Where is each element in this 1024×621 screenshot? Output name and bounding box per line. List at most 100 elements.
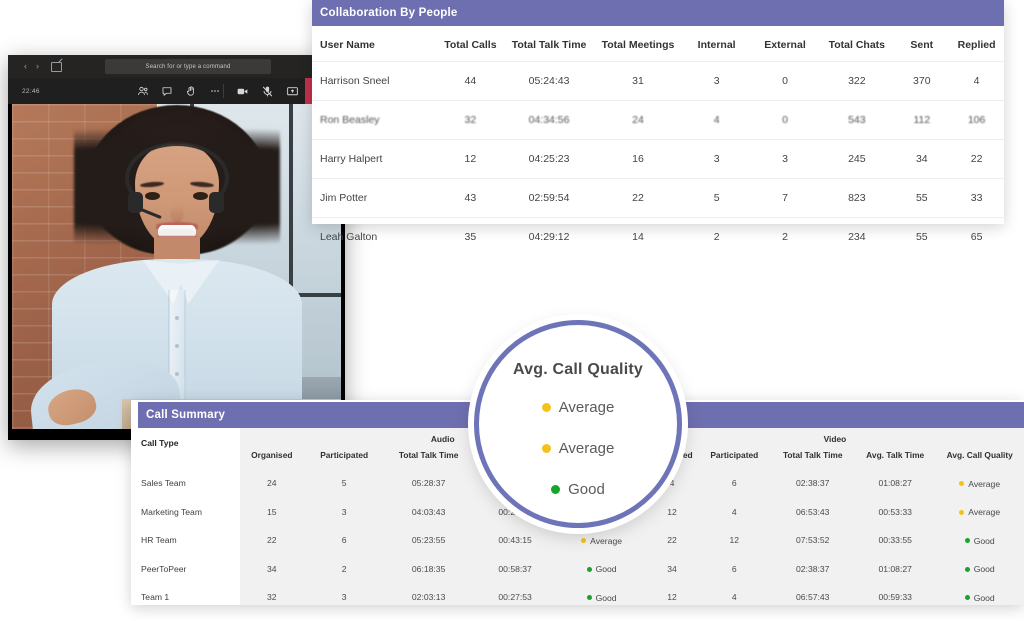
- call-controls-left: [136, 78, 221, 104]
- quality-dot-good: [586, 566, 592, 572]
- table-row[interactable]: Jim Potter 43 02:59:54 22 5 7 823 55 33: [312, 178, 1004, 218]
- cell-total-meetings: 16: [593, 139, 683, 179]
- quality-dot-good: [964, 595, 970, 600]
- cell-total-chats: 245: [819, 139, 895, 179]
- teams-call-control-bar: 22:46: [8, 78, 345, 104]
- table-row[interactable]: Harry Halpert 12 04:25:23 16 3 3 245 34 …: [312, 139, 1004, 179]
- cell-internal: 5: [682, 178, 751, 218]
- column-video-avg-call-quality: Avg. Call Quality: [935, 446, 1024, 469]
- cell-total-meetings: 22: [593, 178, 683, 218]
- cell-video-participated: 4: [698, 497, 771, 526]
- table-row[interactable]: Ron Beasley 32 04:34:56 24 4 0 543 112 1…: [312, 100, 1004, 140]
- cell-sent: 34: [894, 139, 950, 179]
- quality-dot-good: [964, 538, 970, 543]
- compose-icon[interactable]: [51, 61, 62, 72]
- table-row[interactable]: Team 1 32 3 02:03:13 00:27:53 Good 12 4 …: [131, 583, 1024, 605]
- cell-audio-organised: 22: [239, 526, 304, 555]
- headset-earcup-right: [209, 192, 224, 213]
- cell-call-type: Team 1: [131, 583, 240, 605]
- collaboration-table: User Name Total Calls Total Talk Time To…: [312, 26, 1004, 256]
- cell-audio-avg-call-quality: Good: [557, 583, 646, 605]
- cell-user-name: Jim Potter: [312, 178, 437, 218]
- cell-user-name: Harrison Sneel: [312, 61, 437, 101]
- quality-label: Good: [595, 592, 617, 603]
- video-stage: [8, 104, 345, 440]
- cell-call-type: Sales Team: [131, 469, 240, 498]
- cell-sent: 55: [894, 217, 950, 256]
- quality-dot-average: [959, 481, 965, 486]
- participants-icon[interactable]: [136, 85, 149, 98]
- cell-replied: 4: [949, 61, 1004, 101]
- cell-internal: 3: [682, 139, 751, 179]
- cell-external: 2: [750, 217, 820, 256]
- cell-audio-participated: 6: [303, 526, 385, 555]
- magnified-quality-row: Average: [541, 399, 615, 416]
- cell-total-chats: 823: [819, 178, 895, 218]
- main-video-tile[interactable]: [12, 104, 341, 429]
- quality-dot-average: [541, 403, 551, 412]
- back-arrow-icon[interactable]: ‹: [24, 62, 27, 71]
- search-input[interactable]: Search for or type a command: [105, 59, 271, 74]
- column-audio-participated: Participated: [303, 446, 385, 469]
- cell-total-calls: 43: [436, 178, 505, 218]
- more-options-icon[interactable]: [208, 85, 221, 98]
- cell-total-chats: 234: [819, 217, 895, 256]
- table-row[interactable]: HR Team 22 6 05:23:55 00:43:15 Average 2…: [131, 526, 1024, 555]
- column-total-chats: Total Chats: [828, 39, 886, 51]
- cell-video-participated: 6: [698, 469, 771, 498]
- column-total-talk-time: Total Talk Time: [511, 39, 587, 51]
- column-video-total-talk-time: Total Talk Time: [770, 446, 855, 469]
- column-call-type: Call Type: [141, 438, 179, 448]
- cell-audio-avg-talk-time: 00:58:37: [472, 554, 558, 583]
- column-total-calls: Total Calls: [444, 39, 497, 51]
- control-divider: [223, 84, 224, 98]
- raise-hand-icon[interactable]: [184, 85, 197, 98]
- quality-label: Good: [568, 481, 605, 498]
- column-audio-organised: Organised: [239, 446, 304, 469]
- cell-call-type: HR Team: [131, 526, 240, 555]
- quality-label: Good: [973, 535, 995, 546]
- microphone-muted-icon[interactable]: [261, 85, 274, 98]
- cell-audio-total-talk-time: 04:03:43: [384, 497, 473, 526]
- column-video-avg-talk-time: Avg. Talk Time: [854, 446, 936, 469]
- column-external: External: [764, 39, 806, 51]
- cell-external: 3: [750, 139, 820, 179]
- cell-sent: 370: [894, 61, 950, 101]
- cell-video-avg-talk-time: 00:59:33: [854, 583, 936, 605]
- camera-icon[interactable]: [236, 85, 249, 98]
- column-sent: Sent: [910, 39, 934, 51]
- quality-label: Good: [973, 592, 995, 603]
- cell-video-avg-call-quality: Average: [935, 469, 1024, 498]
- cell-video-avg-talk-time: 01:08:27: [854, 469, 936, 498]
- screenshot-stage: ‹ › Search for or type a command 22:46 C…: [0, 0, 1024, 621]
- cell-total-chats: 322: [819, 61, 895, 101]
- cell-audio-total-talk-time: 06:18:35: [384, 554, 473, 583]
- table-row[interactable]: Harrison Sneel 44 05:24:43 31 3 0 322 37…: [312, 61, 1004, 101]
- quality-dot-average: [581, 538, 587, 543]
- collaboration-by-people-panel: Collaboration By People User Name Total …: [312, 0, 1004, 256]
- table-row[interactable]: Leah Galton 35 04:29:12 14 2 2 234 55 65: [312, 217, 1004, 256]
- table-header-row: User Name Total Calls Total Talk Time To…: [312, 26, 1004, 62]
- column-audio-total-talk-time: Total Talk Time: [384, 446, 473, 469]
- quality-label: Average: [558, 440, 615, 457]
- teams-title-bar: ‹ › Search for or type a command: [8, 55, 345, 78]
- cell-total-meetings: 31: [593, 61, 683, 101]
- cell-total-calls: 12: [436, 139, 505, 179]
- collaboration-table-body: Harrison Sneel 44 05:24:43 31 3 0 322 37…: [312, 61, 1004, 256]
- quality-label: Average: [968, 478, 1001, 489]
- table-row[interactable]: PeerToPeer 34 2 06:18:35 00:58:37 Good 3…: [131, 554, 1024, 583]
- quality-label: Average: [558, 399, 615, 416]
- cell-total-talk-time: 05:24:43: [504, 61, 594, 101]
- quality-label: Average: [968, 507, 1001, 517]
- chat-icon[interactable]: [160, 85, 173, 98]
- cell-audio-avg-call-quality: Good: [557, 554, 646, 583]
- cell-video-avg-call-quality: Average: [935, 497, 1024, 526]
- column-total-meetings: Total Meetings: [601, 39, 675, 51]
- forward-arrow-icon[interactable]: ›: [36, 62, 39, 71]
- cell-audio-avg-talk-time: 00:27:53: [472, 583, 558, 605]
- cell-video-total-talk-time: 07:53:52: [770, 526, 855, 555]
- cell-internal: 3: [682, 61, 751, 101]
- share-screen-icon[interactable]: [286, 85, 299, 98]
- teams-navigation: ‹ ›: [24, 61, 62, 72]
- cell-total-meetings: 14: [593, 217, 683, 256]
